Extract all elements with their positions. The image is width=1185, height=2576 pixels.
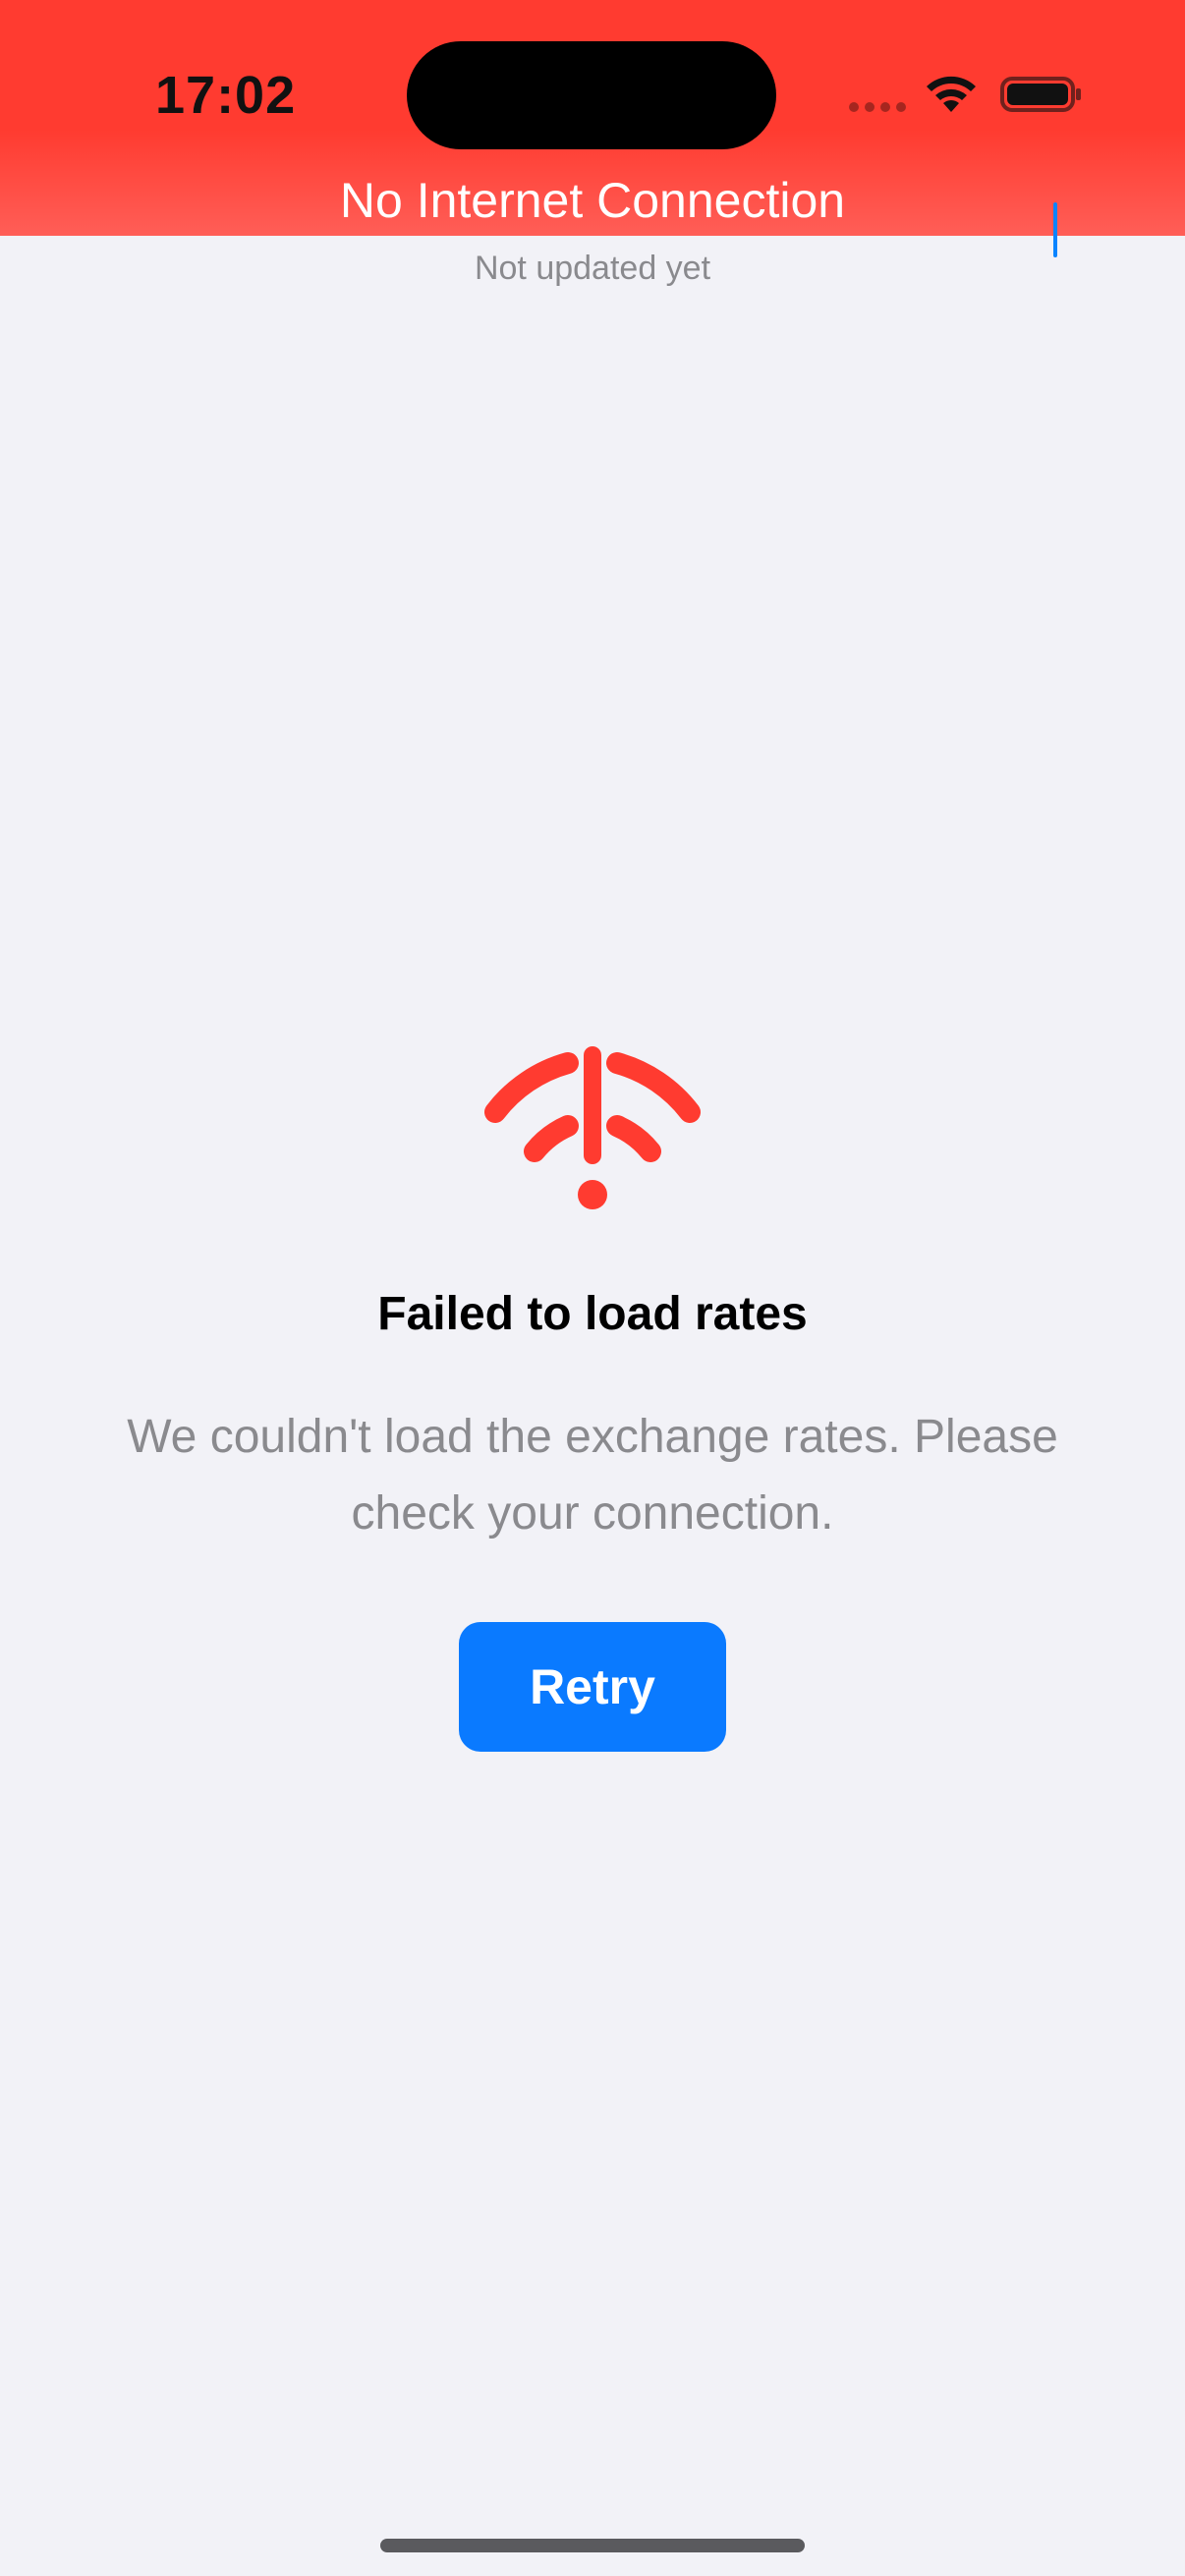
offline-banner-text: No Internet Connection [339, 173, 846, 228]
cellular-signal-icon [849, 102, 906, 112]
error-message: We couldn't load the exchange rates. Ple… [127, 1411, 1058, 1540]
plus-icon [1053, 202, 1057, 257]
app-screen: 17:02 No Internet Connection Not updated… [0, 0, 1185, 2576]
status-bar-time: 17:02 [155, 66, 297, 125]
add-button[interactable] [1034, 202, 1077, 257]
home-indicator[interactable] [380, 2539, 805, 2552]
retry-button[interactable]: Retry [459, 1622, 726, 1752]
offline-banner: 17:02 No Internet Connection [0, 0, 1185, 236]
dynamic-island [407, 41, 776, 149]
battery-icon [1000, 77, 1081, 112]
wifi-status-icon [927, 76, 976, 112]
last-updated-subtitle: Not updated yet [474, 250, 711, 287]
wifi-exclamation-icon [484, 1046, 701, 1209]
error-title: Failed to load rates [377, 1288, 808, 1340]
